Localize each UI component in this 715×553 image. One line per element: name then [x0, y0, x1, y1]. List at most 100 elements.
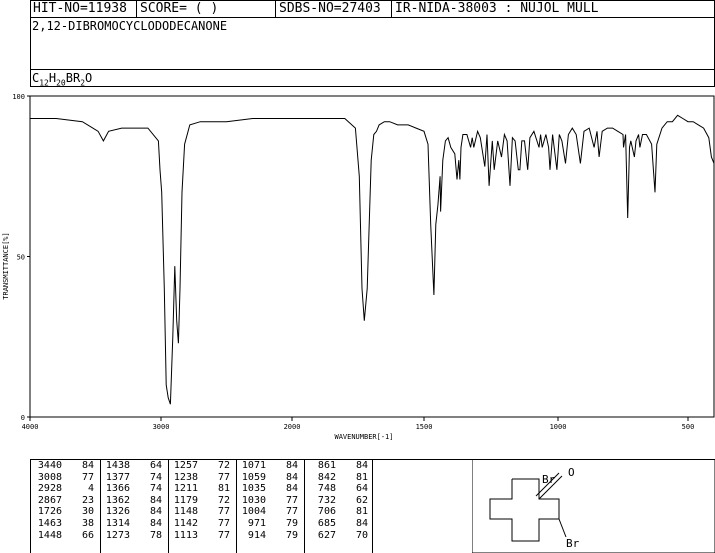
peak-transmittance: 23: [81, 494, 94, 506]
peak-transmittance: 77: [217, 529, 230, 541]
peak-wavenumber: 1238: [173, 471, 198, 483]
header-bar: HIT-NO=11938 SCORE= ( ) SDBS-NO=27403 IR…: [30, 0, 715, 18]
structure-frame: [472, 459, 715, 553]
peak-wavenumber: 685: [311, 517, 336, 529]
x-tick-label: 1500: [416, 423, 433, 431]
y-axis-label: TRANSMITTANCE[%]: [2, 232, 10, 299]
peak-transmittance: 84: [355, 460, 368, 471]
peak-wavenumber: 971: [241, 517, 266, 529]
peak-transmittance: 84: [149, 517, 162, 529]
peak-wavenumber: 1179: [173, 494, 198, 506]
hit-number: HIT-NO=11938: [30, 0, 137, 17]
peak-row: 1030 77: [240, 495, 298, 507]
peak-column-divider: [100, 459, 101, 553]
peak-wavenumber: 1273: [105, 529, 130, 541]
peak-row: 1113 77: [172, 530, 230, 542]
peak-transmittance: 84: [81, 460, 94, 471]
peak-column-divider: [168, 459, 169, 553]
peak-row: 1148 77: [172, 506, 230, 518]
peak-transmittance: 62: [355, 494, 368, 506]
peak-row: 1238 77: [172, 472, 230, 484]
peak-wavenumber: 1463: [37, 517, 62, 529]
peak-transmittance: 84: [149, 494, 162, 506]
spectrum-series-line: [30, 114, 715, 405]
peak-wavenumber: 1314: [105, 517, 130, 529]
peak-wavenumber: 1726: [37, 506, 62, 518]
peak-row: 914 79: [240, 530, 298, 542]
peak-row: 1273 78: [104, 530, 162, 542]
x-tick-label: 500: [682, 423, 695, 431]
peak-row: 1463 38: [36, 518, 94, 530]
peak-row: 748 64: [310, 483, 368, 495]
peak-transmittance: 77: [217, 471, 230, 483]
x-axis-label: WAVENUMBER[-1]: [334, 433, 393, 441]
x-tick-label: 3000: [153, 423, 170, 431]
peak-wavenumber: 732: [311, 494, 336, 506]
y-tick-label: 0: [21, 414, 25, 422]
peak-row: 627 70: [310, 530, 368, 542]
peak-transmittance: 77: [217, 517, 230, 529]
peak-transmittance: 74: [149, 483, 162, 495]
peak-wavenumber: 1035: [241, 483, 266, 495]
peak-column-divider: [304, 459, 305, 553]
peak-row: 842 81: [310, 472, 368, 484]
peak-transmittance: 84: [149, 506, 162, 518]
y-axis: 0 50 100: [12, 93, 30, 422]
peak-transmittance: 84: [355, 517, 368, 529]
x-tick-label: 1000: [550, 423, 567, 431]
peak-transmittance: 79: [285, 529, 298, 541]
peak-row: 1059 84: [240, 472, 298, 484]
x-axis: 4000 3000 2000 1500 1000 500: [22, 417, 695, 431]
x-tick-label: 4000: [22, 423, 39, 431]
peak-column: 1438 64 1377 74 1366 74 1362 84 1326 84 1314 84 1273…: [104, 460, 162, 541]
peak-wavenumber: 706: [311, 506, 336, 518]
peak-row: 1257 72: [172, 460, 230, 472]
peak-transmittance: 78: [149, 529, 162, 541]
peak-transmittance: 72: [217, 494, 230, 506]
peak-wavenumber: 1071: [241, 460, 266, 471]
ir-info: IR-NIDA-38003 : NUJOL MULL: [395, 1, 599, 16]
molecular-structure: O Br Br: [472, 459, 715, 553]
peak-column-divider: [236, 459, 237, 553]
peak-wavenumber: 3008: [37, 471, 62, 483]
peak-transmittance: 81: [355, 471, 368, 483]
peak-transmittance: 64: [149, 460, 162, 471]
peak-wavenumber: 1362: [105, 494, 130, 506]
peak-column: 1071 84 1059 84 1035 84 1030 77 1004 77 971 79 914…: [240, 460, 298, 541]
peak-transmittance: 84: [285, 483, 298, 495]
peak-row: 1448 66: [36, 530, 94, 542]
peak-transmittance: 64: [355, 483, 368, 495]
peak-wavenumber: 1448: [37, 529, 62, 541]
peak-transmittance: 81: [217, 483, 230, 495]
peak-row: 1211 81: [172, 483, 230, 495]
peak-wavenumber: 861: [311, 460, 336, 471]
peak-row: 1366 74: [104, 483, 162, 495]
peak-wavenumber: 2867: [37, 494, 62, 506]
peak-row: 1326 84: [104, 506, 162, 518]
peak-row: 685 84: [310, 518, 368, 530]
peak-column: 3440 84 3008 77 2928 4 2867 23 1726 30 1463 38 1448 6…: [36, 460, 94, 541]
peak-transmittance: 84: [285, 471, 298, 483]
peak-wavenumber: 1326: [105, 506, 130, 518]
peak-row: 1004 77: [240, 506, 298, 518]
atom-oxygen: O: [568, 466, 575, 479]
peak-row: 2928 4: [36, 483, 94, 495]
peak-transmittance: 30: [81, 506, 94, 518]
peak-row: 1314 84: [104, 518, 162, 530]
peak-wavenumber: 1438: [105, 460, 130, 471]
peak-row: 1362 84: [104, 495, 162, 507]
peak-column: 1257 72 1238 77 1211 81 1179 72 1148 77 1142 77 1113…: [172, 460, 230, 541]
peak-row: 2867 23: [36, 495, 94, 507]
peak-column-divider: [372, 459, 373, 553]
peak-row: 1035 84: [240, 483, 298, 495]
y-tick-label: 50: [17, 254, 25, 262]
peak-row: 1438 64: [104, 460, 162, 472]
peak-transmittance: 81: [355, 506, 368, 518]
peak-transmittance: 66: [81, 529, 94, 541]
peak-transmittance: 79: [285, 517, 298, 529]
cyclododecane-ring: [489, 478, 560, 542]
peak-wavenumber: 1059: [241, 471, 266, 483]
peak-wavenumber: 627: [311, 529, 336, 541]
compound-name: 2,12-DIBROMOCYCLODODECANONE: [32, 19, 228, 33]
peak-transmittance: 72: [217, 460, 230, 471]
